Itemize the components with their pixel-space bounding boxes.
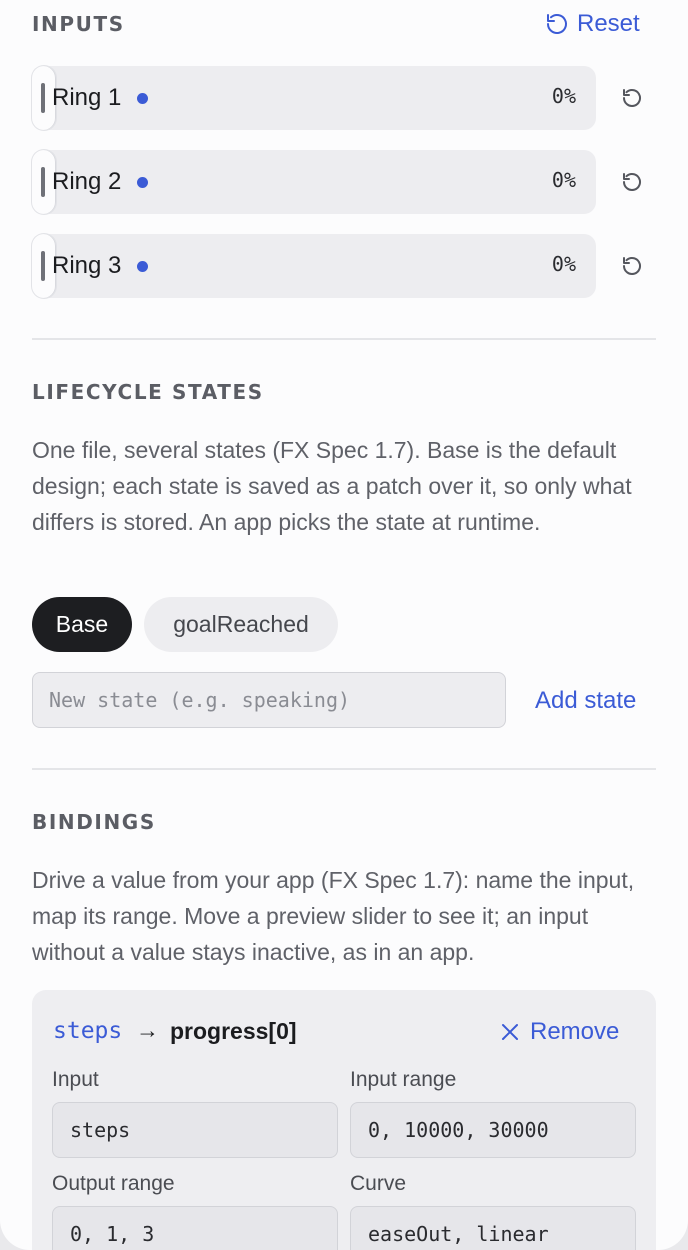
input-range-field[interactable] <box>350 1102 636 1158</box>
status-dot <box>137 177 148 188</box>
remove-binding-button[interactable]: Remove <box>500 1018 619 1046</box>
input-range-label: Input range <box>350 1068 457 1091</box>
lifecycle-description: One file, several states (FX Spec 1.7). … <box>32 437 632 535</box>
ring-label: Ring 1 <box>52 84 122 111</box>
binding-target: progress[0] <box>170 1018 297 1044</box>
ring-value: 0% <box>551 168 576 192</box>
ring-value: 0% <box>551 84 576 108</box>
output-range-field[interactable] <box>52 1206 338 1250</box>
input-field[interactable] <box>52 1102 338 1158</box>
ring-label: Ring 3 <box>52 252 122 279</box>
curve-label: Curve <box>350 1172 407 1195</box>
ring-slider-1[interactable]: Ring 1 0% <box>32 66 596 130</box>
ring-slider-3[interactable]: Ring 3 0% <box>32 234 596 298</box>
close-icon <box>502 1024 518 1040</box>
state-chip-goal-reached[interactable]: goalReached <box>144 597 338 652</box>
reset-icon[interactable] <box>620 86 644 110</box>
ring-slider-2[interactable]: Ring 2 0% <box>32 150 596 214</box>
output-range-label: Output range <box>52 1172 175 1195</box>
inputs-heading: INPUTS <box>32 12 125 36</box>
add-state-button[interactable]: Add state <box>535 687 636 715</box>
reset-icon[interactable] <box>620 170 644 194</box>
reset-button[interactable]: Reset <box>545 10 640 38</box>
remove-label: Remove <box>530 1018 620 1045</box>
input-label: Input <box>52 1068 99 1091</box>
arrow-right-icon: → <box>136 1017 159 1043</box>
bindings-description: Drive a value from your app (FX Spec 1.7… <box>32 867 635 965</box>
state-chip-base[interactable]: Base <box>32 597 132 652</box>
reset-icon[interactable] <box>620 254 644 278</box>
status-dot <box>137 93 148 104</box>
binding-card: steps → progress[0] Remove Input Input r… <box>32 990 656 1250</box>
section-divider <box>32 338 656 340</box>
curve-field[interactable] <box>350 1206 636 1250</box>
ring-value: 0% <box>551 252 576 276</box>
binding-source: steps <box>53 1018 123 1044</box>
new-state-input[interactable] <box>32 672 506 728</box>
reset-label: Reset <box>577 10 640 37</box>
reset-icon <box>547 14 567 34</box>
lifecycle-heading: LIFECYCLE STATES <box>32 380 264 404</box>
status-dot <box>137 261 148 272</box>
ring-label: Ring 2 <box>52 168 122 195</box>
bindings-heading: BINDINGS <box>32 810 156 834</box>
inspector-panel: INPUTS Reset Ring 1 0% Ring 2 0% Ring 3 … <box>0 0 688 1250</box>
section-divider <box>32 768 656 770</box>
